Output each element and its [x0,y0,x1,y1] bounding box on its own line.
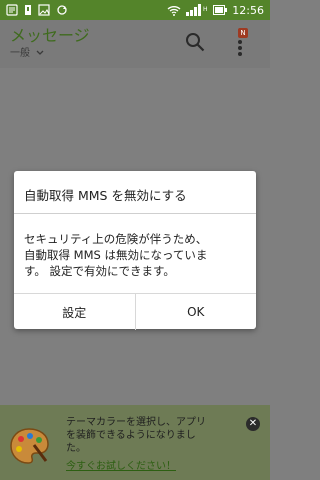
disable-mms-dialog: 自動取得 MMS を無効にする セキュリティ上の危険が伴うため、 自動取得 MM… [14,171,256,330]
more-menu-button[interactable]: N [228,26,252,56]
status-time: 12:56 [232,3,264,17]
signal-icon: H [186,4,208,16]
battery-icon [213,5,228,15]
folder-selector[interactable]: 一般 [10,44,44,59]
dialog-divider [14,213,256,214]
settings-button[interactable]: 設定 [14,294,135,330]
palette-icon [8,425,50,467]
theme-color-banner: テーマカラーを選択し、アプリ を装飾できるようになりまし た。 今すぐお試しくだ… [0,405,270,480]
banner-message-line: た。 [66,443,86,454]
close-icon[interactable]: ✕ [246,417,260,431]
dialog-title: 自動取得 MMS を無効にする [24,188,187,203]
svg-text:H: H [203,6,208,13]
dialog-message-line: 自動取得 MMS は無効になっていま [24,248,208,262]
new-badge: N [238,28,248,38]
folder-selector-label: 一般 [10,48,30,59]
chevron-down-icon [36,48,44,59]
app-title: メッセージ [10,26,90,45]
notification-icon [6,4,18,16]
ok-button[interactable]: OK [134,294,257,330]
dialog-message-line: セキュリティ上の危険が伴うため、 [24,232,208,246]
wifi-icon [167,5,181,16]
dialog-actions: 設定 OK [14,293,256,330]
banner-message-line: テーマカラーを選択し、アプリ [66,417,206,428]
dialog-message: セキュリティ上の危険が伴うため、 自動取得 MMS は無効になっていま す。 設… [24,231,250,279]
image-icon [38,4,50,16]
app-bar: メッセージ 一般 N [0,20,270,68]
search-icon[interactable] [185,32,205,52]
sim-icon [24,4,32,16]
dialog-message-line: す。 設定で有効にできます。 [24,264,175,278]
sync-icon [56,4,68,16]
status-bar: H 12:56 [0,0,270,20]
try-now-link[interactable]: 今すぐお試しください！ [66,457,176,472]
banner-message: テーマカラーを選択し、アプリ を装飾できるようになりまし た。 [66,416,246,455]
banner-message-line: を装飾できるようになりまし [66,430,196,441]
